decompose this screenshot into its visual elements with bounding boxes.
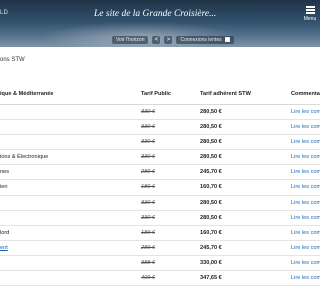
comments-link[interactable]: Lire les com — [291, 215, 320, 221]
public-price: 189 € — [141, 184, 155, 191]
public-price: 330 € — [141, 199, 155, 206]
chevron-right-icon[interactable]: > — [164, 35, 173, 44]
breadcrumb: ons STW — [0, 57, 25, 63]
table-row: nes 289 € 245,70 € Lire les com — [0, 165, 320, 181]
table-row: 330 € 280,50 € Lire les com — [0, 211, 320, 226]
comments-link[interactable]: Lire les com — [291, 109, 320, 115]
table-row: 330 € 280,50 € Lire les com — [0, 120, 320, 136]
table-row: 330 € 280,50 € Lire les com — [0, 196, 320, 211]
public-price: 330 € — [141, 154, 155, 161]
comments-link[interactable]: Lire les com — [291, 260, 320, 266]
comments-link[interactable]: Lire les com — [291, 184, 320, 190]
comments-link[interactable]: Lire les com — [291, 230, 320, 236]
public-price: 330 € — [141, 109, 155, 115]
comments-link[interactable]: Lire les com — [291, 154, 320, 160]
member-price: 280,50 € — [200, 109, 222, 115]
price-table: ique & Méditerranée Tarif Public Tarif a… — [0, 86, 320, 287]
comments-link[interactable]: Lire les com — [291, 169, 320, 175]
public-price: 330 € — [141, 214, 155, 221]
comments-link[interactable]: Lire les com — [291, 139, 320, 145]
table-row: ien 189 € 160,70 € Lire les com — [0, 180, 320, 196]
public-price: 388 € — [141, 259, 155, 266]
product-name[interactable]: ent — [0, 245, 8, 251]
product-name: ions & Électronique — [0, 154, 49, 161]
comments-link[interactable]: Lire les com — [291, 124, 320, 130]
comments-link[interactable]: Lire les com — [291, 200, 320, 206]
table-body: 330 € 280,50 € Lire les com 330 € 280,50 € Li… — [0, 105, 320, 287]
comments-link[interactable]: Lire les com — [291, 275, 320, 281]
member-price: 280,50 € — [200, 124, 222, 131]
table-row: 330 € 280,50 € Lire les com — [0, 105, 320, 121]
table-row: 330 € 280,50 € Lire les com — [0, 135, 320, 151]
member-price: 280,50 € — [200, 214, 222, 221]
menu-label: Menu — [303, 16, 317, 22]
table-row: lord 189 € 160,70 € Lire les com — [0, 226, 320, 241]
slow-connection-toggle[interactable]: Connexions lentes — [176, 35, 234, 44]
member-price: 330,00 € — [200, 259, 222, 266]
chevron-left-icon[interactable]: < — [152, 35, 161, 44]
public-price: 289 € — [141, 244, 155, 251]
table-row: 388 € 330,00 € Lire les com — [0, 256, 320, 272]
slow-connection-label: Connexions lentes — [180, 36, 222, 43]
public-price: 330 € — [141, 124, 155, 131]
table-row: 409 € 347,65 € Lire les com — [0, 271, 320, 287]
public-price: 330 € — [141, 139, 155, 146]
public-price: 189 € — [141, 229, 155, 236]
hamburger-icon — [305, 6, 315, 14]
site-title[interactable]: Le site de la Grande Croisière... — [94, 9, 254, 19]
checkbox-icon[interactable] — [224, 37, 230, 42]
horizon-controls: Voir l'horizon < > Connexions lentes — [112, 35, 234, 44]
column-header-comments: Commenta — [291, 91, 320, 97]
comments-link[interactable]: Lire les com — [291, 245, 320, 251]
member-price: 160,70 € — [200, 229, 222, 236]
member-price: 245,70 € — [200, 169, 222, 176]
product-name: lord — [0, 229, 10, 236]
member-price: 280,50 € — [200, 154, 222, 161]
member-price: 347,65 € — [200, 275, 222, 282]
menu-button[interactable]: Menu — [300, 0, 320, 34]
member-price: 280,50 € — [200, 139, 222, 146]
public-price: 289 € — [141, 169, 155, 176]
product-name: nes — [0, 169, 10, 176]
table-row: ent 289 € 245,70 € Lire les com — [0, 241, 320, 256]
product-name: ien — [0, 184, 8, 191]
table-row: ions & Électronique 330 € 280,50 € Lire les… — [0, 150, 320, 166]
logo-text[interactable]: LD — [0, 10, 8, 16]
table-header: ique & Méditerranée Tarif Public Tarif a… — [0, 86, 320, 105]
public-price: 409 € — [141, 275, 155, 282]
horizon-button[interactable]: Voir l'horizon — [112, 35, 149, 44]
member-price: 245,70 € — [200, 244, 222, 251]
column-header-public-price: Tarif Public — [141, 91, 172, 97]
column-header-name: ique & Méditerranée — [0, 91, 54, 97]
member-price: 280,50 € — [200, 199, 222, 206]
column-header-member-price: Tarif adhérent STW — [200, 91, 251, 97]
member-price: 160,70 € — [200, 184, 222, 191]
